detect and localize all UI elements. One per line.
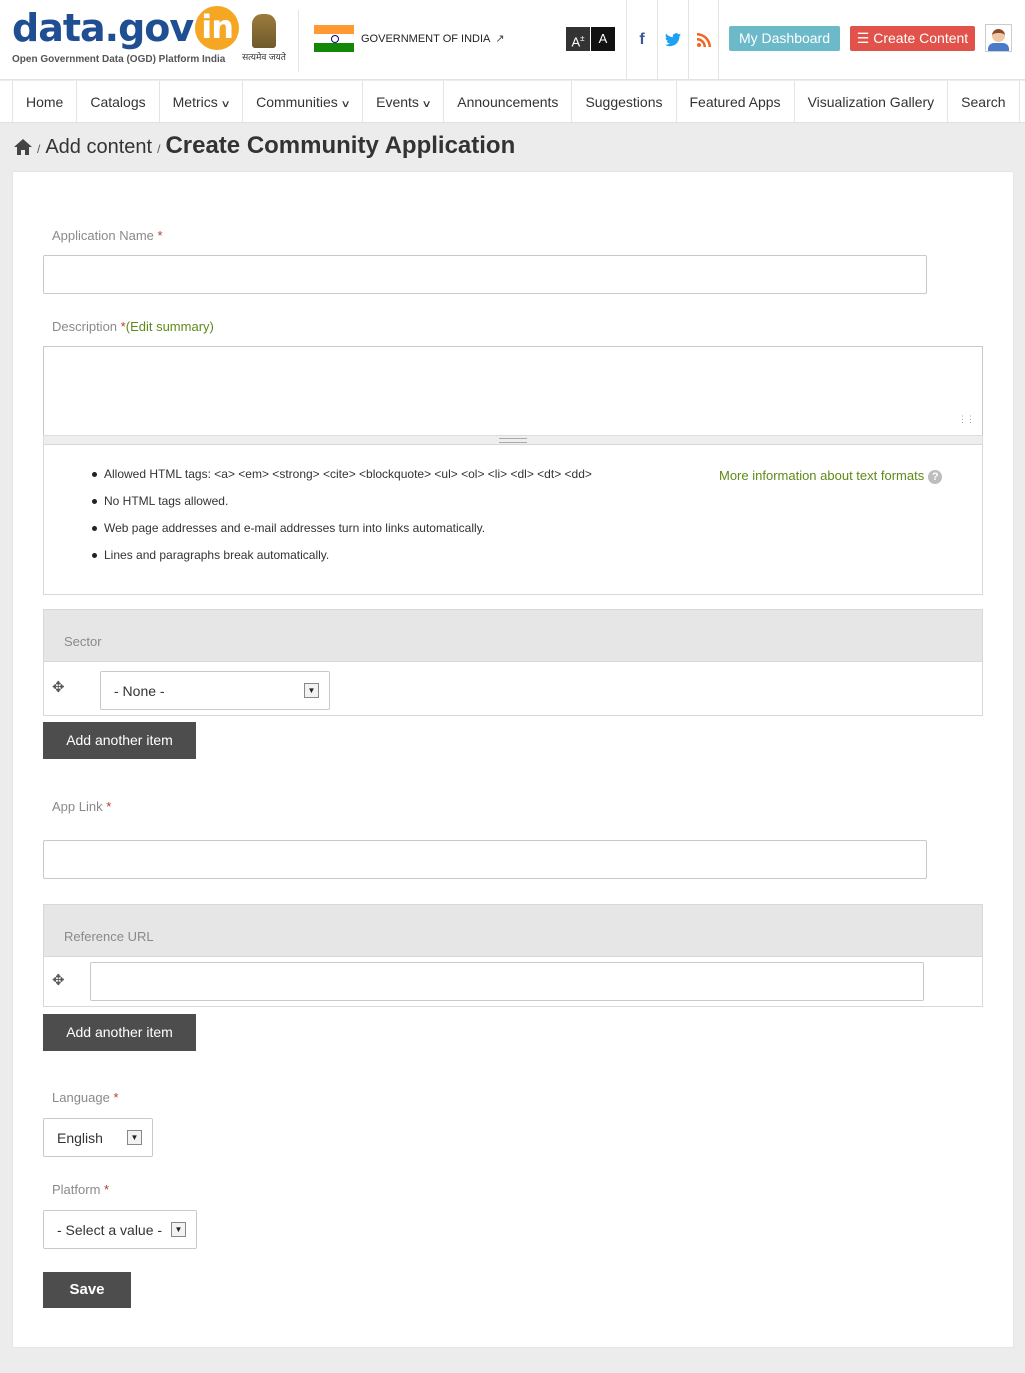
resize-handle-icon[interactable]: ⋮⋮: [958, 414, 975, 425]
nav-item-events[interactable]: Events ∨: [362, 81, 443, 123]
external-link-icon: ↗: [495, 33, 505, 45]
logo-in-badge: in: [195, 6, 240, 50]
sector-add-another-button[interactable]: Add another item: [43, 722, 196, 759]
logo-text: data.gov: [12, 6, 194, 50]
emblem-icon: [252, 14, 276, 48]
description-label: Description *(Edit summary): [52, 319, 214, 334]
platform-select[interactable]: - Select a value - ▼: [43, 1210, 197, 1249]
format-tip: Allowed HTML tags: <a> <em> <strong> <ci…: [92, 467, 592, 481]
breadcrumb-separator: /: [157, 142, 161, 156]
help-icon: ?: [928, 470, 943, 484]
app-link-label: App Link *: [52, 799, 112, 814]
main-navigation: Home Catalogs Metrics ∨ Communities ∨ Even…: [0, 81, 1025, 123]
logo-wordmark: data.gov in: [12, 6, 240, 50]
home-icon[interactable]: [14, 139, 32, 155]
text-format-help: Allowed HTML tags: <a> <em> <strong> <ci…: [43, 444, 983, 595]
nav-item-featured-apps[interactable]: Featured Apps: [675, 81, 794, 123]
page-title: Create Community Application: [165, 132, 516, 159]
application-name-input[interactable]: [43, 255, 927, 294]
drag-handle-icon[interactable]: ✥: [52, 678, 65, 696]
site-header: data.gov in Open Government Data (OGD) Pl…: [0, 0, 1025, 80]
reference-url-add-another-button[interactable]: Add another item: [43, 1014, 196, 1051]
my-dashboard-button[interactable]: My Dashboard: [729, 26, 840, 51]
create-application-form: Application Name * Description *(Edit su…: [12, 171, 1014, 1348]
format-tip: No HTML tags allowed.: [92, 494, 592, 508]
user-avatar[interactable]: [985, 24, 1012, 52]
twitter-icon[interactable]: [657, 0, 688, 80]
font-increase-button[interactable]: A±: [566, 27, 590, 51]
create-content-button[interactable]: ☰ Create Content: [850, 26, 975, 51]
dropdown-arrow-icon: ▼: [171, 1222, 186, 1237]
sector-row: ✥ - None - ▼: [44, 662, 982, 715]
description-textarea[interactable]: ⋮⋮: [43, 346, 983, 436]
government-label: GOVERNMENT OF INDIA: [361, 32, 491, 45]
nav-item-suggestions[interactable]: Suggestions: [571, 81, 675, 123]
header-divider: [298, 10, 299, 72]
dropdown-arrow-icon: ▼: [304, 683, 319, 698]
breadcrumb: / Add content / Create Community Applica…: [14, 132, 515, 160]
nav-item-catalogs[interactable]: Catalogs: [76, 81, 158, 123]
application-name-label: Application Name *: [52, 228, 163, 243]
government-of-india-link[interactable]: GOVERNMENT OF INDIA ↗: [314, 25, 505, 52]
edit-summary-link[interactable]: Edit summary: [130, 319, 209, 334]
sector-select[interactable]: - None - ▼: [100, 671, 330, 710]
national-emblem: सत्यमेव जयते: [238, 14, 290, 63]
font-size-controls: A± A: [566, 27, 615, 51]
reference-url-row: ✥: [44, 957, 982, 1006]
logo-subtitle: Open Government Data (OGD) Platform Indi…: [12, 54, 226, 65]
breadcrumb-separator: /: [37, 142, 41, 156]
reference-url-field-table: Reference URL ✥: [43, 904, 983, 1007]
nav-item-announcements[interactable]: Announcements: [443, 81, 571, 123]
rss-icon[interactable]: [688, 0, 719, 80]
drag-handle-icon[interactable]: ✥: [52, 971, 65, 989]
dropdown-arrow-icon: ▼: [127, 1130, 142, 1145]
sector-field-table: Sector ✥ - None - ▼: [43, 609, 983, 716]
nav-item-home[interactable]: Home: [12, 81, 76, 123]
language-select[interactable]: English ▼: [43, 1118, 153, 1157]
nav-item-communities[interactable]: Communities ∨: [242, 81, 362, 123]
format-tip: Web page addresses and e-mail addresses …: [92, 521, 592, 535]
emblem-motto: सत्यमेव जयते: [242, 52, 286, 62]
reference-url-input[interactable]: [90, 962, 924, 1001]
reference-url-label: Reference URL: [44, 905, 982, 957]
sector-label: Sector: [44, 610, 982, 662]
more-info-text-formats-link[interactable]: More information about text formats?: [719, 468, 943, 484]
site-logo[interactable]: data.gov in Open Government Data (OGD) Pl…: [12, 6, 240, 65]
breadcrumb-add-content[interactable]: Add content: [45, 136, 152, 159]
language-label: Language *: [52, 1090, 119, 1105]
chevron-down-icon: ∨: [340, 99, 351, 110]
format-tip: Lines and paragraphs break automatically…: [92, 548, 592, 562]
app-link-input[interactable]: [43, 840, 927, 879]
nav-item-visualization-gallery[interactable]: Visualization Gallery: [793, 81, 948, 123]
nav-item-search[interactable]: Search: [947, 81, 1020, 123]
chevron-down-icon: ∨: [421, 99, 432, 110]
facebook-icon[interactable]: f: [626, 0, 657, 80]
india-flag-icon: [314, 25, 354, 52]
platform-label: Platform *: [52, 1182, 110, 1197]
chevron-down-icon: ∨: [220, 99, 231, 110]
nav-item-metrics[interactable]: Metrics ∨: [158, 81, 242, 123]
high-contrast-button[interactable]: A: [591, 27, 615, 51]
save-button[interactable]: Save: [43, 1272, 131, 1308]
